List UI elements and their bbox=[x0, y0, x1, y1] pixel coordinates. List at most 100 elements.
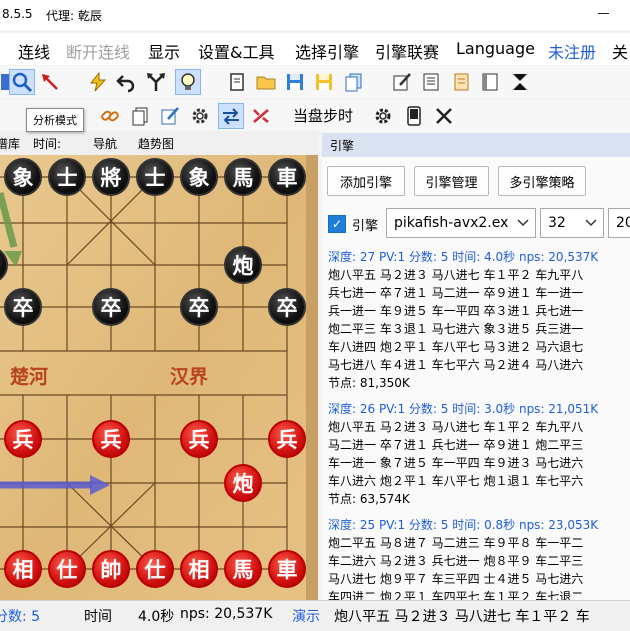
black-chariot[interactable]: 車 bbox=[268, 158, 306, 196]
book-icon[interactable] bbox=[478, 70, 502, 94]
arrow-pointer-icon[interactable] bbox=[38, 70, 62, 94]
red-elephant[interactable]: 相 bbox=[4, 550, 42, 588]
search-icon[interactable] bbox=[9, 69, 35, 95]
open-folder-icon[interactable] bbox=[254, 70, 278, 94]
menu-close[interactable]: 关 bbox=[612, 39, 628, 63]
tab-time[interactable]: 时间: bbox=[33, 135, 61, 152]
chevron-down-icon bbox=[517, 219, 529, 227]
pv-line[interactable]: 车八进六 炮２平１ 车八平七 炮１退１ 车七平六 bbox=[328, 472, 583, 489]
save-icon[interactable] bbox=[283, 70, 307, 94]
link-icon[interactable] bbox=[98, 104, 122, 128]
red-soldier[interactable]: 兵 bbox=[4, 420, 42, 458]
threads-select[interactable]: 32 bbox=[540, 208, 604, 238]
black-soldier[interactable]: 卒 bbox=[92, 288, 130, 326]
hash-select[interactable]: 20 bbox=[608, 208, 630, 238]
analysis-info: 深度: 26 PV:1 分数: 5 时间: 3.0秒 nps: 21,051K bbox=[328, 402, 599, 416]
black-cannon[interactable]: 炮 bbox=[224, 246, 262, 284]
red-soldier[interactable]: 兵 bbox=[268, 420, 306, 458]
engine-panel: 添加引擎 引擎管理 多引擎策略 ✓ 引擎 pikafish-avx2.ex 32… bbox=[322, 157, 630, 604]
black-soldier[interactable]: 卒 bbox=[4, 288, 42, 326]
settings-icon[interactable] bbox=[371, 104, 395, 128]
pv-line[interactable]: 车一进一 象７进５ 车一平四 车９进３ 马七进六 bbox=[328, 454, 583, 471]
gear-icon[interactable] bbox=[188, 104, 212, 128]
red-horse[interactable]: 馬 bbox=[224, 550, 262, 588]
document-icon[interactable] bbox=[419, 70, 443, 94]
tab-trend-chart[interactable]: 趋势图 bbox=[138, 135, 174, 152]
node-count: 节点: 63,574K bbox=[328, 492, 410, 506]
multi-engine-strategy-button[interactable]: 多引擎策略 bbox=[498, 166, 586, 196]
status-demo-label[interactable]: 演示 bbox=[292, 606, 320, 626]
analysis-mode-tooltip: 分析模式 bbox=[26, 108, 84, 132]
shuffle-icon[interactable] bbox=[250, 104, 274, 128]
app-version: 8.5.5 bbox=[2, 7, 33, 21]
menu-unregistered[interactable]: 未注册 bbox=[548, 39, 596, 63]
pages-icon[interactable] bbox=[128, 104, 152, 128]
device-icon[interactable] bbox=[402, 104, 426, 128]
undo-icon[interactable] bbox=[114, 70, 138, 94]
engine-select-value: pikafish-avx2.ex bbox=[394, 215, 509, 231]
pv-line[interactable]: 车二进六 马２进３ 兵七进一 炮８平９ 车二平三 bbox=[328, 552, 583, 569]
save-as-icon[interactable] bbox=[312, 70, 336, 94]
proxy-label: 代理: 乾辰 bbox=[46, 9, 102, 23]
flip-board-icon[interactable] bbox=[508, 70, 532, 94]
analysis-info: 深度: 25 PV:1 分数: 5 时间: 0.8秒 nps: 23,053K bbox=[328, 518, 599, 532]
pv-line[interactable]: 炮二平三 车３退１ 马七进六 象３进５ 兵三进一 bbox=[328, 320, 583, 337]
pv-line[interactable]: 车八进四 炮２平１ 车八平七 马３进２ 马六退七 bbox=[328, 338, 583, 355]
menu-language[interactable]: Language bbox=[456, 39, 535, 58]
tab-navigation[interactable]: 导航 bbox=[93, 135, 117, 152]
hash-select-value: 20 bbox=[616, 215, 630, 231]
red-advisor[interactable]: 仕 bbox=[136, 550, 174, 588]
black-elephant[interactable]: 象 bbox=[4, 158, 42, 196]
black-general[interactable]: 將 bbox=[92, 158, 130, 196]
menu-engine-league[interactable]: 引擎联赛 bbox=[375, 39, 439, 63]
red-general[interactable]: 帥 bbox=[92, 550, 130, 588]
copy-icon[interactable] bbox=[342, 70, 366, 94]
pv-line[interactable]: 兵一进一 车９进５ 车一平四 卒３进１ 兵七进一 bbox=[328, 302, 583, 319]
pv-line[interactable]: 炮二平五 马８进７ 马二进三 车９平８ 车一平二 bbox=[328, 534, 583, 551]
red-chariot[interactable]: 車 bbox=[268, 550, 306, 588]
pv-line[interactable]: 兵七进一 卒７进１ 马二进一 卒９进１ 车一进一 bbox=[328, 284, 583, 301]
red-soldier[interactable]: 兵 bbox=[92, 420, 130, 458]
status-pv-line: 炮八平五 马２进３ 马八进七 车１平２ 车 bbox=[334, 609, 590, 625]
red-advisor[interactable]: 仕 bbox=[48, 550, 86, 588]
engine-select[interactable]: pikafish-avx2.ex bbox=[386, 208, 536, 238]
tab-book[interactable]: 谱库 bbox=[0, 135, 20, 152]
menu-disconnect[interactable]: 断开连线 bbox=[66, 39, 130, 63]
red-elephant[interactable]: 相 bbox=[180, 550, 218, 588]
red-soldier[interactable]: 兵 bbox=[180, 420, 218, 458]
add-engine-button[interactable]: 添加引擎 bbox=[327, 166, 405, 196]
engine-label: 引擎 bbox=[352, 219, 379, 234]
status-time-value: 4.0秒 bbox=[138, 609, 175, 625]
black-horse[interactable]: 馬 bbox=[224, 158, 262, 196]
pv-line[interactable]: 马二进一 卒７进１ 兵七进一 卒９进１ 炮二平三 bbox=[328, 436, 583, 453]
chess-board[interactable]: 楚河 汉界 象 士 將 士 象 馬 車 炮 卒 卒 卒 卒 兵 兵 兵 兵 炮 … bbox=[0, 155, 318, 600]
tools-icon[interactable] bbox=[432, 104, 456, 128]
chevron-down-icon bbox=[585, 219, 597, 227]
menu-select-engine[interactable]: 选择引擎 bbox=[295, 39, 359, 63]
new-file-icon[interactable] bbox=[225, 70, 249, 94]
pv-line[interactable]: 炮八平五 马２进３ 马八进七 车１平２ 车九平八 bbox=[328, 418, 583, 435]
swap-icon[interactable] bbox=[218, 103, 244, 129]
black-elephant[interactable]: 象 bbox=[180, 158, 218, 196]
edit-icon[interactable] bbox=[390, 70, 414, 94]
lightning-icon[interactable] bbox=[86, 70, 110, 94]
black-soldier[interactable]: 卒 bbox=[268, 288, 306, 326]
branch-icon[interactable] bbox=[144, 70, 168, 94]
red-cannon[interactable]: 炮 bbox=[224, 464, 262, 502]
engine-manage-button[interactable]: 引擎管理 bbox=[414, 166, 489, 196]
compose-icon[interactable] bbox=[158, 104, 182, 128]
menu-connect[interactable]: 连线 bbox=[18, 39, 50, 63]
minimize-button[interactable] bbox=[598, 13, 609, 14]
pv-line[interactable]: 马七进八 车４进１ 车七平六 马２进４ 马八进六 bbox=[328, 356, 583, 373]
pv-line[interactable]: 马八进七 炮９平７ 车三平四 士４进５ 马七进六 bbox=[328, 570, 583, 587]
engine-enable-checkbox[interactable]: ✓ bbox=[328, 215, 346, 233]
pv-line[interactable]: 炮八平五 马２进３ 马八进七 车１平２ 车九平八 bbox=[328, 266, 583, 283]
engine-panel-title: 引擎 bbox=[330, 139, 355, 153]
black-advisor[interactable]: 士 bbox=[48, 158, 86, 196]
menu-settings-tools[interactable]: 设置&工具 bbox=[198, 39, 274, 63]
notes-icon[interactable] bbox=[449, 70, 473, 94]
lightbulb-icon[interactable] bbox=[175, 69, 201, 95]
black-advisor[interactable]: 士 bbox=[136, 158, 174, 196]
menu-display[interactable]: 显示 bbox=[148, 39, 180, 63]
black-soldier[interactable]: 卒 bbox=[180, 288, 218, 326]
